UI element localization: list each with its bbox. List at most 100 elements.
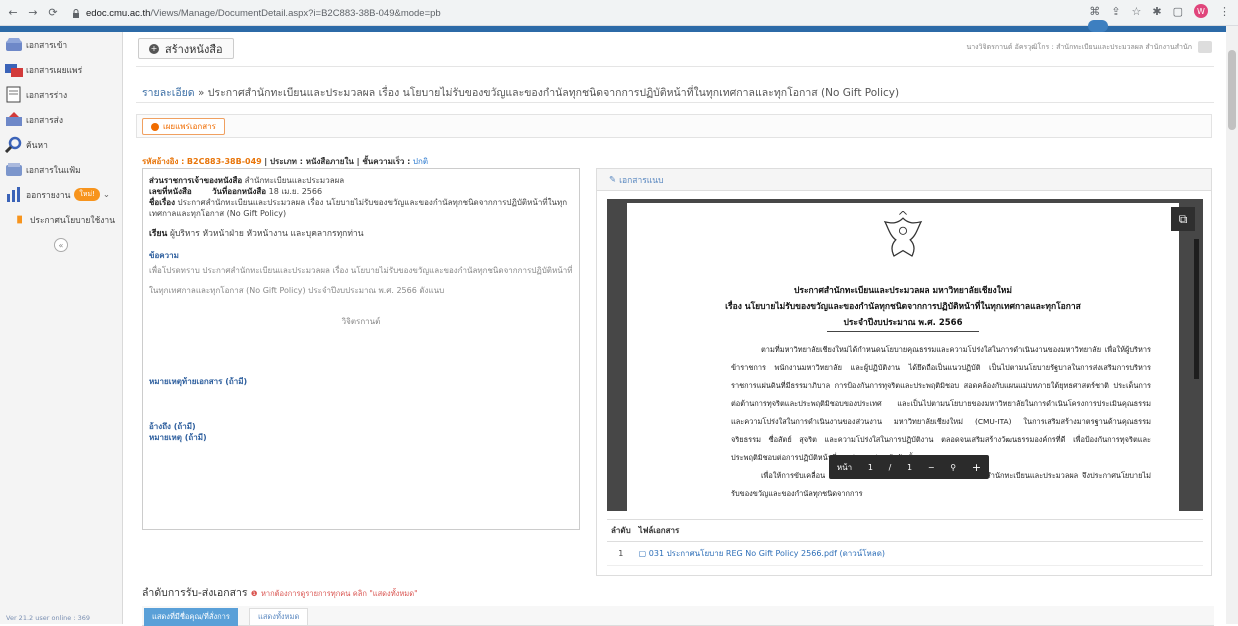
attachment-header: ✎ เอกสารแนบ [597,169,1211,191]
flow-tabs: แสดงที่มีชื่อคุณ/ที่สั่งการ แสดงทั้งหมด [142,606,1214,626]
pdf-viewer[interactable]: ประกาศสำนักทะเบียนและประมวลผล มหาวิทยาลั… [607,199,1203,511]
translate-icon[interactable]: ⌘ [1089,5,1100,18]
lock-icon [73,8,79,18]
tab-all[interactable]: แสดงทั้งหมด [249,608,309,626]
browser-chrome: ← → ⟳ edoc.cmu.ac.th/Views/Manage/Docume… [0,0,1238,26]
docno-label: เลขที่หนังสือ [149,187,192,196]
sidebar-item-label: เอกสารในแฟ้ม [26,165,81,176]
sidebar-item-send[interactable]: เอกสารส่ง [0,107,122,132]
file-table: ลำดับ ไฟล์เอกสาร 1 ▢ 031 ประกาศนโยบาย RE… [607,519,1203,566]
breadcrumb-link[interactable]: รายละเอียด [142,87,195,99]
address-bar[interactable]: edoc.cmu.ac.th/Views/Manage/DocumentDeta… [72,4,1072,22]
url-host: edoc.cmu.ac.th [86,7,151,19]
urgency-value: ปกติ [412,157,429,166]
page-separator: / [888,462,892,472]
policy-icon [17,215,22,224]
chevron-down-icon[interactable]: ⌄ [103,190,110,200]
attachment-panel: ✎ เอกสารแนบ ประกาศสำนักทะเบียนและประมวลผ… [596,168,1212,576]
user-icon[interactable] [1198,41,1212,53]
action-bar: เผยแพร่เอกสาร [136,114,1212,138]
type-text: | ประเภท : หนังสือภายใน | ชั้นความเร็ว : [264,157,411,166]
forward-icon[interactable]: → [26,6,40,20]
file-link[interactable]: 031 ประกาศนโยบาย REG No Gift Policy 2566… [649,549,837,558]
inbox-icon [6,38,22,51]
version-text: Ver 21.2 user online : 369 [6,614,91,622]
zoom-icon[interactable]: ⚲ [950,463,956,472]
owner-label: ส่วนราชการเจ้าของหนังสือ [149,176,243,185]
date-value: 18 เม.ย. 2566 [268,187,323,196]
publish-button[interactable]: เผยแพร่เอกสาร [142,118,225,135]
folder-icon [6,163,22,176]
doc-rule [827,331,979,332]
send-icon [6,112,22,126]
user-text: นางวิจิตรกานต์ อัครวุฒิโกร : สำนักทะเบีย… [966,42,1192,51]
remark-label: หมายเหตุ (ถ้ามี) [149,433,207,442]
sidebar-item-broadcast[interactable]: เอกสารเผยแพร่ [0,57,122,82]
doc-paragraph: ตามที่มหาวิทยาลัยเชียงใหม่ได้กำหนดนโยบาย… [731,345,1151,462]
table-row: 1 ▢ 031 ประกาศนโยบาย REG No Gift Policy … [607,541,1203,566]
sidebar-item-inbox[interactable]: เอกสารเข้า [0,32,122,57]
profile-avatar[interactable]: W [1194,4,1208,18]
subject-label: ชื่อเรื่อง [149,198,175,207]
zoom-in-icon[interactable]: + [972,461,981,474]
bookmark-star-icon[interactable]: ☆ [1132,5,1142,18]
divider [136,102,1214,103]
flow-title: ลำดับการรับ-ส่งเอกสาร [142,587,248,599]
sidebar-item-search[interactable]: ค้นหา [0,132,122,157]
sidebar-item-label: ประกาศนโยบายใช้งาน [30,215,115,226]
info-icon: ❶ [250,589,258,598]
report-icon [7,187,20,202]
to-label: เรียน [149,229,168,239]
attachment-header-label: เอกสารแนบ [619,175,664,186]
reload-icon[interactable]: ⟳ [46,6,60,20]
sidebar: เอกสารเข้า เอกสารเผยแพร่ เอกสารร่าง เอกส… [0,32,123,624]
window-icon[interactable]: ▢ [1173,5,1183,18]
main-content: + สร้างหนังสือ นางวิจิตรกานต์ อัครวุฒิโก… [124,32,1226,626]
sidebar-item-report[interactable]: ออกรายงาน ใหม่! ⌄ [0,182,122,207]
menu-icon[interactable]: ⋮ [1219,5,1230,18]
sidebar-item-label: ค้นหา [26,140,48,151]
sidebar-item-label: เอกสารส่ง [26,115,64,126]
download-link[interactable]: (ดาวน์โหลด) [839,549,885,558]
open-external-icon[interactable]: ⧉ [1171,207,1195,231]
page-scrollbar[interactable] [1226,26,1238,624]
sidebar-item-draft[interactable]: เอกสารร่าง [0,82,122,107]
page-number-input[interactable]: 1 [868,463,873,472]
back-icon[interactable]: ← [6,6,20,20]
ref-code: B2C883-38B-049 [186,157,262,166]
scrollbar-thumb[interactable] [1228,50,1236,130]
tab-mine[interactable]: แสดงที่มีชื่อคุณ/ที่สั่งการ [144,608,238,626]
column-header: ไฟล์เอกสาร [634,519,1203,542]
signer: วิจิตรกานต์ [341,317,381,326]
sidebar-item-label: ออกรายงาน [26,190,71,201]
globe-icon [151,122,159,131]
user-menu-button[interactable] [1088,20,1108,32]
page-label: หน้า [836,462,853,472]
page-total: 1 [907,462,913,472]
create-label: สร้างหนังสือ [165,42,223,56]
create-document-button[interactable]: + สร้างหนังสือ [138,38,234,59]
zoom-out-icon[interactable]: − [928,463,935,472]
pdf-toolbar: หน้า 1 / 1 − ⚲ + [829,455,989,479]
flow-section-title: ลำดับการรับ-ส่งเอกสาร ❶ หากต้องการดูรายก… [142,584,418,601]
breadcrumb-separator: » [197,87,205,99]
sidebar-item-policy[interactable]: ประกาศนโยบายใช้งาน [0,207,122,232]
page-title: ประกาศสำนักทะเบียนและประมวลผล เรื่อง นโย… [207,87,900,99]
extensions-icon[interactable]: ✱ [1152,5,1161,18]
search-icon [4,136,22,153]
url-path: /Views/Manage/DocumentDetail.aspx?i=B2C8… [150,7,441,19]
date-label: วันที่ออกหนังสือ [212,187,267,196]
sidebar-item-folder[interactable]: เอกสารในแฟ้ม [0,157,122,182]
document-meta: รหัสอ้างอิง : B2C883-38B-049 | ประเภท : … [142,155,428,168]
collapse-sidebar-button[interactable]: « [54,238,68,252]
plus-icon: + [149,43,159,54]
share-icon[interactable]: ⇪ [1111,5,1120,18]
subject-value: ประกาศสำนักทะเบียนและประมวลผล เรื่อง นโย… [149,198,568,218]
garuda-emblem-icon [883,211,923,257]
pdf-file-icon: ▢ [638,549,647,558]
file-number: 1 [607,541,635,566]
user-info: นางวิจิตรกานต์ อัครวุฒิโกร : สำนักทะเบีย… [966,41,1212,53]
to-value: ผู้บริหาร หัวหน้าฝ่าย หัวหน้างาน และบุคล… [169,229,364,239]
message-label: ข้อความ [149,251,179,260]
pdf-scrollbar[interactable] [1194,239,1199,379]
